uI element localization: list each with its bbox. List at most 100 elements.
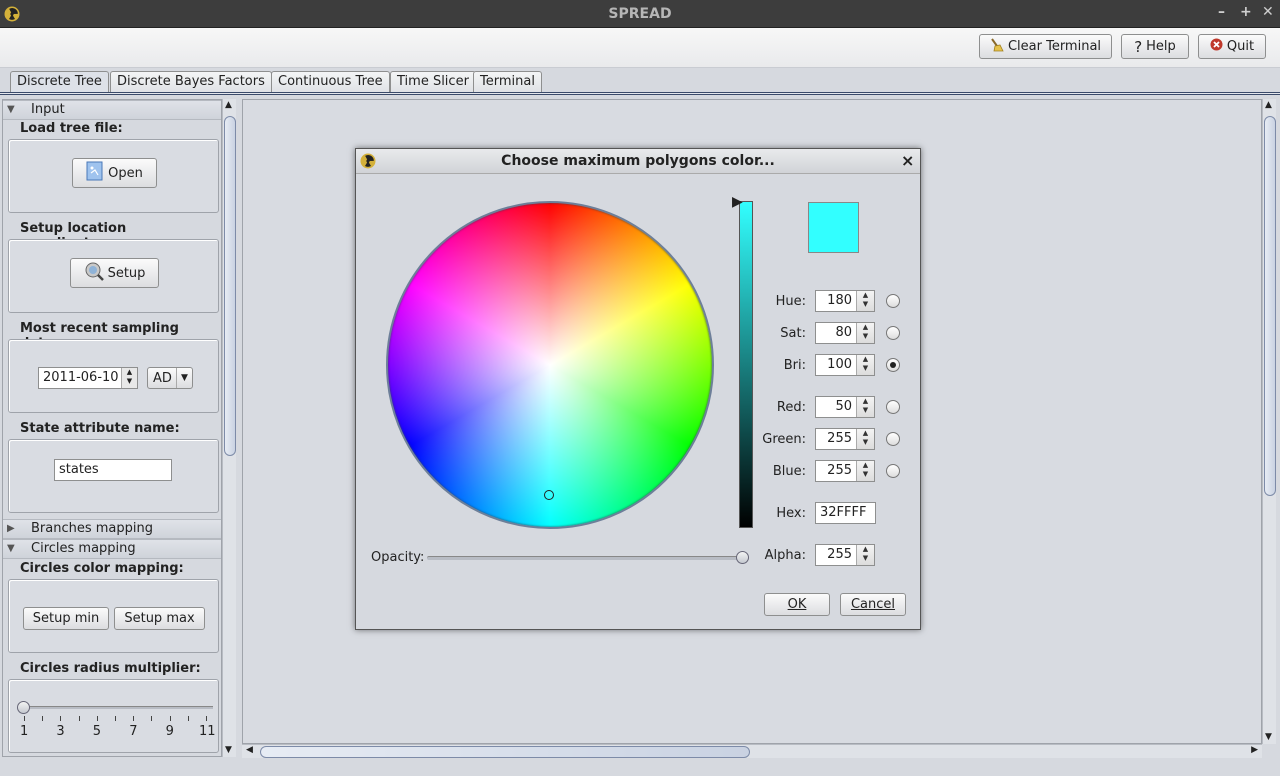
spinner-arrows-icon[interactable]: ▲ ▼: [856, 397, 874, 417]
spinner-arrows-icon[interactable]: ▲ ▼: [856, 291, 874, 311]
circles-color-label: Circles color mapping:: [20, 561, 184, 576]
main-vscroll-thumb[interactable]: [1264, 116, 1276, 496]
main-hscroll-thumb[interactable]: [260, 746, 750, 758]
red-spinner[interactable]: 50 ▲ ▼: [815, 396, 875, 418]
radius-tick-label: 5: [92, 724, 102, 739]
scroll-up-icon[interactable]: ▲: [225, 100, 232, 110]
sat-radio[interactable]: [886, 326, 900, 340]
green-label: Green:: [762, 432, 806, 447]
radius-tick-mark: [78, 716, 80, 721]
sat-spinner[interactable]: 80 ▲ ▼: [815, 322, 875, 344]
brightness-pointer-icon[interactable]: ▶: [732, 194, 743, 210]
chevron-right-icon: ▶: [7, 523, 15, 534]
radius-tick-mark: [96, 716, 98, 721]
circles-section-header[interactable]: ▼ Circles mapping: [3, 539, 221, 559]
open-label: Open: [108, 165, 143, 181]
green-spinner[interactable]: 255 ▲ ▼: [815, 428, 875, 450]
open-button[interactable]: Open: [72, 158, 157, 188]
radius-tick-mark: [42, 716, 44, 721]
color-wheel[interactable]: [386, 201, 714, 529]
window-title: SPREAD: [608, 6, 672, 22]
setup-min-button[interactable]: Setup min: [23, 607, 109, 630]
sampling-date-spinner[interactable]: 2011-06-10 ▲ ▼: [38, 367, 138, 389]
input-panel: ▼ Input Load tree file: Open Setup locat…: [2, 99, 222, 757]
branches-section-header[interactable]: ▶ Branches mapping: [3, 519, 221, 539]
left-scroll-thumb[interactable]: [224, 116, 236, 456]
window-title-bar: SPREAD – + ✕: [0, 0, 1280, 28]
toolbar: Clear Terminal ? Help Quit: [0, 28, 1280, 68]
globe-magnifier-icon: [84, 261, 104, 285]
era-value: AD: [153, 370, 172, 386]
hue-radio[interactable]: [886, 294, 900, 308]
minimize-button[interactable]: –: [1218, 4, 1225, 20]
dialog-title-bar: Choose maximum polygons color... ×: [356, 149, 920, 174]
clear-terminal-button[interactable]: Clear Terminal: [979, 34, 1112, 59]
alpha-spinner[interactable]: 255 ▲ ▼: [815, 544, 875, 566]
tab-continuous-tree[interactable]: Continuous Tree: [271, 71, 390, 93]
era-select[interactable]: AD ▼: [147, 367, 193, 389]
spinner-arrows-icon[interactable]: ▲ ▼: [856, 461, 874, 481]
radius-tick-label: 11: [199, 724, 216, 739]
circles-header-label: Circles mapping: [31, 541, 136, 556]
bri-value: 100: [827, 357, 852, 372]
main-vertical-scrollbar[interactable]: ▲ ▼: [1262, 99, 1276, 744]
tab-discrete-bayes-factors[interactable]: Discrete Bayes Factors: [110, 71, 272, 93]
radius-slider-track[interactable]: [19, 706, 213, 709]
blue-value: 255: [827, 463, 852, 478]
radius-slider-thumb[interactable]: [17, 701, 30, 714]
load-tree-label: Load tree file:: [20, 121, 123, 136]
ok-button[interactable]: OK: [764, 593, 830, 616]
close-window-button[interactable]: ✕: [1262, 4, 1274, 20]
scroll-down-icon[interactable]: ▼: [1265, 732, 1272, 742]
help-button[interactable]: ? Help: [1121, 34, 1189, 59]
setup-max-button[interactable]: Setup max: [114, 607, 205, 630]
scroll-right-icon[interactable]: ▶: [1251, 745, 1258, 755]
spinner-arrows-icon[interactable]: ▲ ▼: [856, 545, 874, 565]
input-section-header[interactable]: ▼ Input: [3, 100, 221, 120]
state-attribute-input[interactable]: states: [54, 459, 172, 481]
tab-discrete-tree[interactable]: Discrete Tree: [10, 71, 109, 94]
hue-spinner[interactable]: 180 ▲ ▼: [815, 290, 875, 312]
tab-terminal[interactable]: Terminal: [473, 71, 542, 93]
scroll-left-icon[interactable]: ◀: [246, 745, 253, 755]
scroll-up-icon[interactable]: ▲: [1265, 100, 1272, 110]
quit-button[interactable]: Quit: [1198, 34, 1266, 59]
radius-tick-mark: [187, 716, 189, 721]
color-wheel-cursor[interactable]: [544, 490, 554, 500]
tab-time-slicer[interactable]: Time Slicer: [390, 71, 476, 93]
circles-color-box: Setup min Setup max: [8, 579, 219, 653]
scroll-down-icon[interactable]: ▼: [225, 745, 232, 755]
sampling-date-value: 2011-06-10: [43, 370, 119, 385]
green-value: 255: [827, 431, 852, 446]
maximize-button[interactable]: +: [1240, 4, 1252, 20]
spinner-arrows-icon[interactable]: ▲ ▼: [856, 323, 874, 343]
color-preview-swatch: [808, 202, 859, 253]
broom-icon: [990, 37, 1004, 56]
tab-divider: [0, 92, 1280, 95]
bri-spinner[interactable]: 100 ▲ ▼: [815, 354, 875, 376]
main-horizontal-scrollbar[interactable]: ◀ ▶: [242, 744, 1262, 758]
dialog-close-button[interactable]: ×: [901, 151, 914, 170]
state-attr-box: states: [8, 439, 219, 513]
color-chooser-dialog: Choose maximum polygons color... × ▶ Hue…: [355, 148, 921, 630]
radius-tick-label: 7: [129, 724, 138, 739]
hue-value: 180: [827, 293, 852, 308]
spinner-arrows-icon[interactable]: ▲ ▼: [856, 429, 874, 449]
red-radio[interactable]: [886, 400, 900, 414]
radius-box: 1 3 5 7 9 11: [8, 679, 219, 753]
question-icon: ?: [1134, 37, 1143, 56]
opacity-slider-track[interactable]: [427, 556, 749, 560]
date-spinner-arrows-icon[interactable]: ▲ ▼: [121, 368, 137, 388]
green-radio[interactable]: [886, 432, 900, 446]
spinner-arrows-icon[interactable]: ▲ ▼: [856, 355, 874, 375]
opacity-slider-thumb[interactable]: [736, 551, 749, 564]
setup-coordinates-button[interactable]: Setup: [70, 258, 159, 288]
bri-radio[interactable]: [886, 358, 900, 372]
hex-input[interactable]: 32FFFF: [815, 502, 876, 524]
radius-tick-label: 1: [20, 724, 29, 739]
blue-radio[interactable]: [886, 464, 900, 478]
blue-spinner[interactable]: 255 ▲ ▼: [815, 460, 875, 482]
cancel-button[interactable]: Cancel: [840, 593, 906, 616]
blue-label: Blue:: [772, 464, 806, 479]
left-panel-scrollbar[interactable]: ▲ ▼: [222, 99, 236, 757]
